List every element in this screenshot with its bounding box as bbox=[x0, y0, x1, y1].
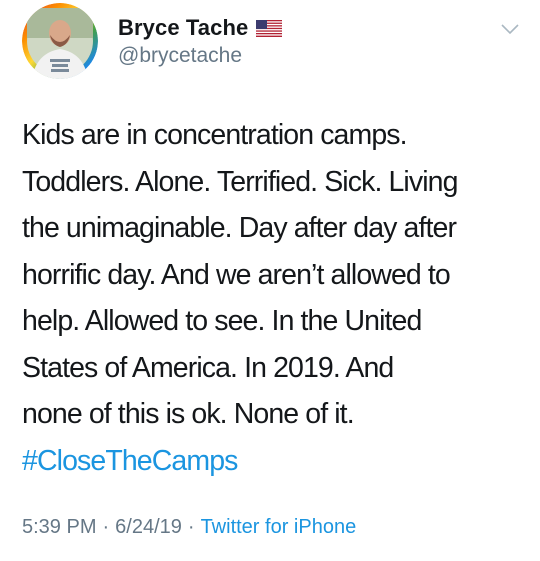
meta-separator: · bbox=[187, 516, 195, 538]
us-flag-icon bbox=[256, 19, 283, 37]
meta-separator: · bbox=[102, 516, 110, 538]
tweet-text-line: Kids are in concentration camps. bbox=[22, 119, 408, 151]
tweet-source-link[interactable]: Twitter for iPhone bbox=[201, 516, 357, 538]
chevron-down-icon[interactable] bbox=[500, 22, 520, 36]
tweet-text-line: horrific day. And we aren’t allowed to bbox=[22, 258, 451, 291]
display-name[interactable]: Bryce Tache bbox=[118, 15, 248, 41]
tweet-text-line: the unimaginable. Day after day after bbox=[22, 212, 457, 244]
hashtag-link[interactable]: #CloseTheCamps bbox=[22, 445, 238, 477]
tweet-time[interactable]: 5:39 PM bbox=[22, 516, 96, 538]
tweet-text-line: help. Allowed to see. In the United bbox=[22, 305, 422, 337]
tweet-card: Bryce Tache @brycetache Kids are in conc… bbox=[0, 0, 540, 561]
tweet-meta: 5:39 PM · 6/24/19 · Twitter for iPhone bbox=[22, 516, 356, 539]
tweet-text-line: States of America. In 2019. And bbox=[22, 351, 394, 384]
tweet-date[interactable]: 6/24/19 bbox=[115, 516, 182, 538]
tweet-text-line: none of this is ok. None of it. bbox=[22, 398, 355, 430]
avatar-image bbox=[22, 3, 98, 79]
user-handle[interactable]: @brycetache bbox=[118, 44, 242, 68]
name-row: Bryce Tache bbox=[118, 15, 283, 41]
avatar[interactable] bbox=[22, 3, 98, 79]
tweet-text: Kids are in concentration camps. Toddler… bbox=[22, 112, 527, 484]
tweet-text-line: Toddlers. Alone. Terrified. Sick. Living bbox=[22, 165, 458, 198]
